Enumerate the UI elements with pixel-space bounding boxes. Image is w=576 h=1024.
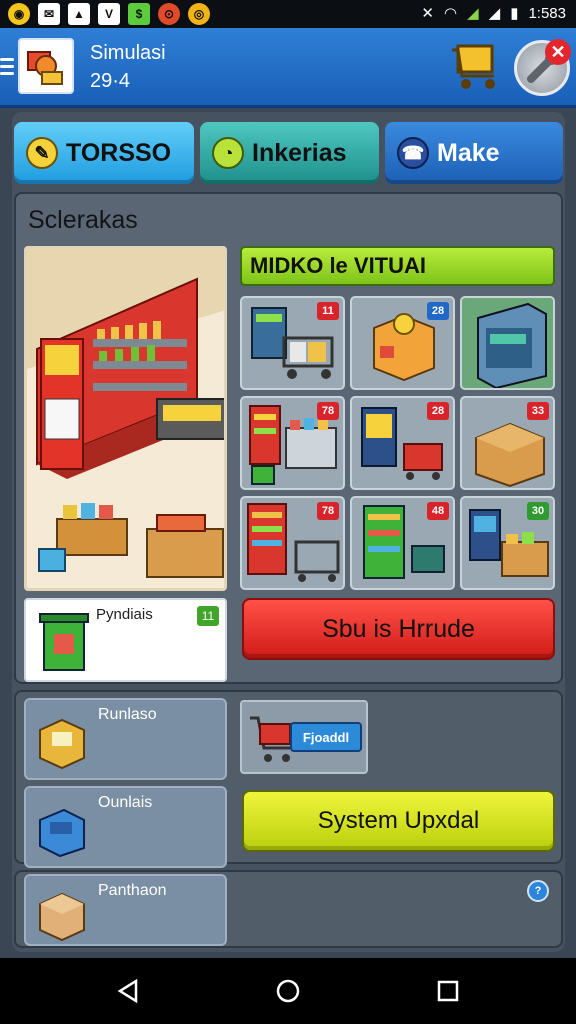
tab-make[interactable]: ☎ Make (385, 122, 563, 184)
store-section: Sclerakas MIDKO le VITUAI 11 28 78 28 33… (14, 192, 563, 684)
verified-icon: V (98, 3, 120, 25)
status-time: 1:583 (528, 4, 566, 22)
tab-label: TORSSO (66, 138, 172, 167)
fridge-icon (477, 302, 547, 388)
item-badge: 30 (527, 502, 549, 520)
grid-item[interactable]: 78 (240, 396, 345, 490)
product-card[interactable]: Pyndiais 11 (24, 598, 227, 682)
status-bar: ◉ ✉ ▲ V $ ⊙ ◎ ✕ ◠ ◢ ◢ ▮ 1:583 (0, 0, 576, 28)
grid-item[interactable]: 11 (240, 296, 345, 390)
system-nav-bar (0, 958, 576, 1024)
grid-item[interactable]: 30 (460, 496, 555, 590)
section-title: Sclerakas (28, 206, 138, 234)
card-label: Panthaon (98, 882, 167, 899)
item-badge: 28 (427, 402, 449, 420)
package-icon (39, 892, 85, 942)
grid-item[interactable]: 33 (460, 396, 555, 490)
item-badge: 28 (427, 302, 449, 320)
tab-torsso[interactable]: ✎ TORSSO (14, 122, 194, 184)
card-runlaso[interactable]: Runlaso (24, 698, 227, 780)
signal-icon: ◢ (467, 5, 479, 22)
trash-bin-icon (39, 613, 89, 671)
message-icon: ✉ (38, 3, 60, 25)
close-icon[interactable]: ✕ (545, 39, 571, 65)
card-label: Ounlais (98, 794, 153, 811)
app-subtitle: 29·4 (90, 70, 131, 92)
wifi-icon: ◠ (444, 5, 458, 22)
app-title: Simulasi (90, 42, 166, 64)
menu-icon[interactable] (0, 58, 14, 76)
tertiary-section: Panthaon ? (14, 870, 563, 948)
red-cart-icon (250, 716, 291, 762)
recents-icon[interactable] (435, 978, 461, 1004)
tab-label: Make (437, 138, 500, 167)
grid-item[interactable]: 48 (350, 496, 455, 590)
shopping-cart-button[interactable] (446, 40, 504, 94)
tab-inkerias[interactable]: ◔ Inkerias (200, 122, 379, 184)
app-notification-icon: ◉ (8, 3, 30, 25)
phone-icon: ☎ (397, 137, 429, 169)
system-update-button[interactable]: System Upxdal (242, 790, 555, 852)
main-panel: ✎ TORSSO ◔ Inkerias ☎ Make Sclerakas MID… (12, 112, 565, 952)
product-label: Pyndiais (96, 606, 153, 623)
product-badge: 11 (197, 606, 219, 626)
item-badge: 48 (427, 502, 449, 520)
cart-icon (452, 44, 495, 89)
card-label: Runlaso (98, 706, 157, 723)
signal-icon-2: ◢ (488, 5, 501, 22)
secondary-section: Runlaso Ounlais Fjoaddl System Upxdal (14, 690, 563, 868)
bag-icon: ▲ (68, 3, 90, 25)
item-badge: 33 (527, 402, 549, 420)
document-box-icon (39, 718, 85, 770)
clock-icon: ◔ (212, 137, 244, 169)
grid-item[interactable]: 28 (350, 396, 455, 490)
tab-label: Inkerias (252, 138, 347, 167)
store-scene-illustration (24, 246, 227, 591)
app-avatar[interactable] (18, 38, 74, 94)
battery-icon: ▮ (510, 5, 519, 22)
grid-item[interactable]: 78 (240, 496, 345, 590)
machine-icon (39, 808, 85, 858)
grid-item[interactable] (460, 296, 555, 390)
item-badge: 11 (317, 302, 339, 320)
money-icon: $ (128, 3, 150, 25)
card-ounlais[interactable]: Ounlais (24, 786, 227, 868)
shopkeeper-icon (27, 51, 63, 85)
app-bar: Simulasi 29·4 ✕ (0, 28, 576, 108)
card-panthaon[interactable]: Panthaon (24, 874, 227, 946)
item-badge: 78 (317, 402, 339, 420)
coin-icon: ◎ (188, 3, 210, 25)
home-icon[interactable] (275, 978, 301, 1004)
tools-button[interactable]: ✕ (514, 39, 571, 96)
mute-icon: ✕ (421, 5, 434, 22)
item-badge: 78 (317, 502, 339, 520)
tag-icon: ✎ (26, 137, 58, 169)
cart-card[interactable]: Fjoaddl (240, 700, 368, 774)
back-icon[interactable] (116, 978, 142, 1004)
primary-action-button[interactable]: Sbu is Hrrude (242, 598, 555, 660)
grid-item[interactable]: 28 (350, 296, 455, 390)
record-icon: ⊙ (158, 3, 180, 25)
cart-card-label: Fjoaddl (290, 722, 362, 752)
section-banner: MIDKO le VITUAI (240, 246, 555, 286)
info-icon[interactable]: ? (527, 880, 549, 902)
